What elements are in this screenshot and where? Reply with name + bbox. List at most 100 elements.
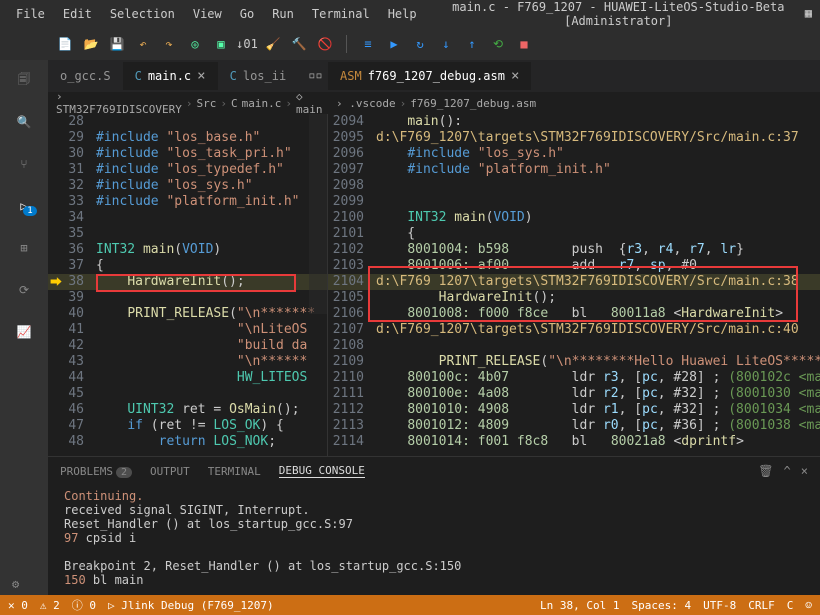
calendar-icon[interactable]: ▦ [805,6,812,20]
save-icon[interactable]: 💾 [108,35,126,53]
tab-overflow-icon[interactable]: ▫▫ [298,62,328,90]
feedback-icon[interactable]: ☺ [805,599,812,612]
code-line[interactable]: 2112 8001010: 4908 ldr r1, [pc, #32] ; (… [328,402,820,418]
sort-icon[interactable]: ↓01 [238,35,256,53]
code-line[interactable]: 2110 800100c: 4b07 ldr r3, [pc, #28] ; (… [328,370,820,386]
status-eol[interactable]: CRLF [748,599,775,612]
code-line[interactable]: 2114 8001014: f001 f8c8 bl 80021a8 <dpri… [328,434,820,450]
code-line[interactable]: 2100 INT32 main(VOID) [328,210,820,226]
minimap[interactable] [309,114,327,314]
open-folder-icon[interactable]: 📂 [82,35,100,53]
redo-icon[interactable]: ↷ [160,35,178,53]
menu-run[interactable]: Run [264,4,302,24]
code-line[interactable]: 32#include "los_sys.h" [48,178,327,194]
source-control-icon[interactable]: ⑂ [12,152,36,176]
code-line[interactable]: 2105 HardwareInit(); [328,290,820,306]
status-language[interactable]: C [787,599,794,612]
close-icon[interactable]: × [197,68,205,84]
stop-icon[interactable]: ■ [515,35,533,53]
code-line[interactable]: 37{ [48,258,327,274]
code-line[interactable]: 2096 #include "los_sys.h" [328,146,820,162]
code-line[interactable]: 44 HW_LITEOS [48,370,327,386]
code-line[interactable]: 2097 #include "platform_init.h" [328,162,820,178]
panel-tab-problems[interactable]: PROBLEMS2 [60,465,132,478]
board-icon[interactable]: ▣ [212,35,230,53]
step-out-icon[interactable]: ↑ [463,35,481,53]
code-line[interactable]: 45 [48,386,327,402]
code-line[interactable]: 28 [48,114,327,130]
restart-icon[interactable]: ⟲ [489,35,507,53]
code-line[interactable]: 2095d:\F769_1207\targets\STM32F769IDISCO… [328,130,820,146]
undo-icon[interactable]: ↶ [134,35,152,53]
search-icon[interactable]: 🔍 [12,110,36,134]
menu-selection[interactable]: Selection [102,4,183,24]
panel-tab-output[interactable]: OUTPUT [150,465,190,478]
maximize-icon[interactable]: ^ [784,464,791,478]
sync-icon[interactable]: ⟳ [12,278,36,302]
continue-icon[interactable]: ▶ [385,35,403,53]
menu-edit[interactable]: Edit [55,4,100,24]
code-line[interactable]: 2099 [328,194,820,210]
panel-tab-debug-console[interactable]: DEBUG CONSOLE [279,464,365,478]
menu-go[interactable]: Go [232,4,262,24]
code-line[interactable]: 42 "build da [48,338,327,354]
code-line[interactable]: 2103 8001006: af00 add r7, sp, #0 [328,258,820,274]
status-spaces[interactable]: Spaces: 4 [632,599,692,612]
status-errors[interactable]: ✕ 0 [8,599,28,612]
menu-help[interactable]: Help [380,4,425,24]
code-line[interactable]: 2107d:\F769_1207\targets\STM32F769IDISCO… [328,322,820,338]
debug-console-output[interactable]: Continuing.received signal SIGINT, Inter… [48,485,820,595]
code-line[interactable]: 30#include "los_task_pri.h" [48,146,327,162]
code-line[interactable]: 2111 800100e: 4a08 ldr r2, [pc, #32] ; (… [328,386,820,402]
step-over-icon[interactable]: ↻ [411,35,429,53]
status-encoding[interactable]: UTF-8 [703,599,736,612]
code-line[interactable]: 33#include "platform_init.h" [48,194,327,210]
settings-icon[interactable]: ⚙ [12,577,19,591]
code-line[interactable]: 39 [48,290,327,306]
list-icon[interactable]: ≡ [359,35,377,53]
clean-icon[interactable]: 🧹 [264,35,282,53]
menu-view[interactable]: View [185,4,230,24]
code-line[interactable]: 47 if (ret != LOS_OK) { [48,418,327,434]
code-line[interactable]: 31#include "los_typedef.h" [48,162,327,178]
code-line[interactable]: 2113 8001012: 4809 ldr r0, [pc, #36] ; (… [328,418,820,434]
step-into-icon[interactable]: ↓ [437,35,455,53]
new-file-icon[interactable]: 📄 [56,35,74,53]
status-info[interactable]: ⓘ 0 [72,597,96,613]
editor-right[interactable]: 2094 main():2095d:\F769_1207\targets\STM… [328,114,820,456]
tab-los_ii[interactable]: Clos_ii [218,62,299,90]
code-line[interactable]: 35 [48,226,327,242]
clear-icon[interactable]: 🗑 [758,464,773,478]
code-line[interactable]: 43 "\n****** [48,354,327,370]
debug-icon[interactable]: ▷1 [12,194,36,218]
code-line[interactable]: 34 [48,210,327,226]
extensions-icon[interactable]: ⊞ [12,236,36,260]
graph-icon[interactable]: 📈 [12,320,36,344]
close-icon[interactable]: × [511,68,519,84]
status-warnings[interactable]: ⚠ 2 [40,599,60,612]
code-line[interactable]: 46 UINT32 ret = OsMain(); [48,402,327,418]
code-line[interactable]: 2094 main(): [328,114,820,130]
forbid-icon[interactable]: 🚫 [316,35,334,53]
close-panel-icon[interactable]: × [801,464,808,478]
code-line[interactable]: 40 PRINT_RELEASE("\n******* [48,306,327,322]
status-debug[interactable]: ▷ Jlink Debug (F769_1207) [108,599,274,612]
code-line[interactable]: ⮕38 HardwareInit(); [48,274,327,290]
code-line[interactable]: 36INT32 main(VOID) [48,242,327,258]
tab-f769_1207_debug.asm[interactable]: ASMf769_1207_debug.asm× [328,62,531,90]
code-line[interactable]: 2106 8001008: f000 f8ce bl 80011a8 <Hard… [328,306,820,322]
menu-terminal[interactable]: Terminal [304,4,378,24]
status-line-col[interactable]: Ln 38, Col 1 [540,599,619,612]
target-icon[interactable]: ◎ [186,35,204,53]
tab-main.c[interactable]: Cmain.c× [123,62,218,90]
code-line[interactable]: 41 "\nLiteOS [48,322,327,338]
breadcrumb-left[interactable]: › STM32F769IDISCOVERY › Src › C main.c ›… [48,92,328,114]
tab-o_gcc.S[interactable]: o_gcc.S [48,62,123,90]
breadcrumb-right[interactable]: › .vscode › f769_1207_debug.asm [328,92,820,114]
code-line[interactable]: 2098 [328,178,820,194]
code-line[interactable]: 2109 PRINT_RELEASE("\n********Hello Huaw… [328,354,820,370]
code-line[interactable]: 2102 8001004: b598 push {r3, r4, r7, lr} [328,242,820,258]
build-icon[interactable]: 🔨 [290,35,308,53]
code-line[interactable]: 48 return LOS_NOK; [48,434,327,450]
explorer-icon[interactable]: 🗐 [12,68,36,92]
